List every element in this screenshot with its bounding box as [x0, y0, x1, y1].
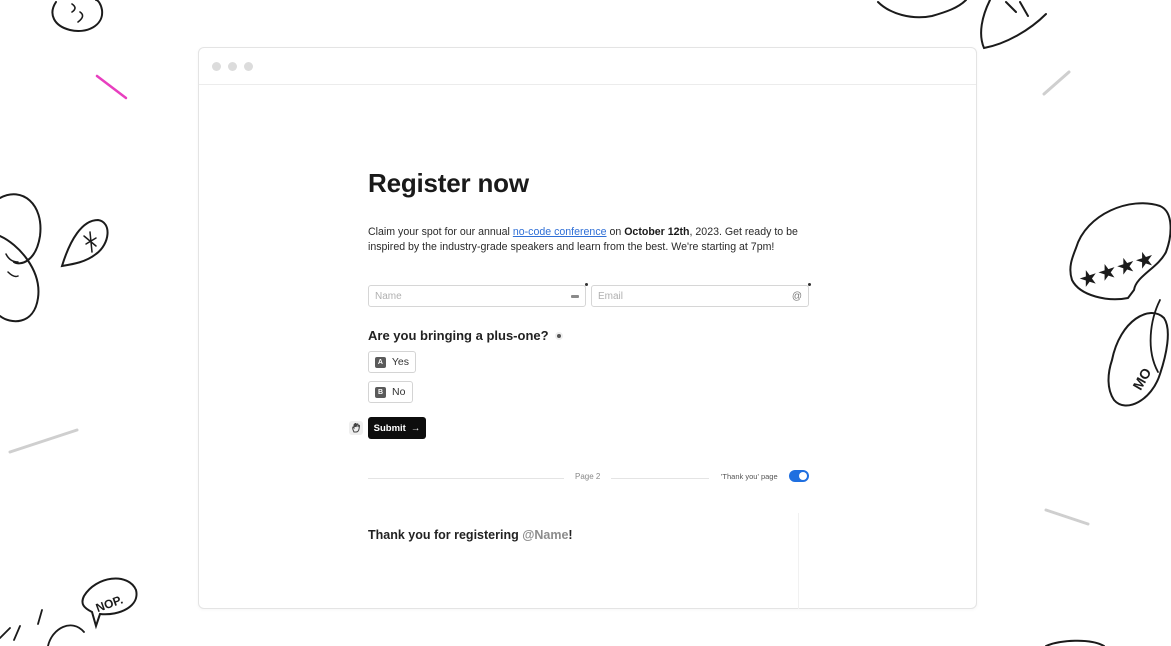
window-dot-maximize[interactable] — [244, 61, 253, 71]
option-label: No — [392, 386, 406, 398]
description-text: on — [606, 226, 625, 238]
window-dot-close[interactable] — [212, 61, 221, 71]
editor-divider-line — [798, 513, 799, 609]
doodle-bird-icon — [980, 0, 1047, 50]
option-label: Yes — [391, 356, 409, 368]
window-titlebar — [199, 48, 976, 85]
doodle-grey-stroke — [1042, 70, 1071, 96]
option-no[interactable]: B No — [368, 381, 413, 403]
text-field-icon — [571, 294, 579, 298]
doodle-blob-icon — [1045, 639, 1105, 646]
svg-text:MO: MO — [1129, 365, 1154, 393]
page-divider: Page 2 'Thank you' page — [368, 470, 809, 484]
required-indicator — [585, 283, 588, 286]
at-icon: @ — [791, 290, 802, 302]
browser-window: Register now Claim your spot for our ann… — [198, 47, 977, 609]
thank-you-page-toggle[interactable] — [789, 470, 809, 482]
page-label: Page 2 — [575, 472, 601, 481]
option-key-badge: A — [375, 356, 386, 368]
window-dot-minimize[interactable] — [228, 61, 237, 71]
form-description: Claim your spot for our annual no-code c… — [368, 225, 813, 255]
divider-line — [611, 478, 709, 479]
option-key-badge: B — [375, 386, 386, 398]
thank-you-page-label: 'Thank you' page — [721, 472, 778, 481]
toggle-knob — [799, 472, 807, 480]
doodle-grey-stroke — [8, 428, 79, 454]
doodle-dollar-bubble-icon — [60, 218, 109, 268]
email-input[interactable] — [598, 290, 748, 302]
submit-button[interactable]: Submit → — [368, 417, 426, 439]
doodle-cloud-icon — [877, 0, 967, 19]
doodle-face-icon — [71, 3, 84, 23]
doodle-character-icon — [0, 193, 42, 323]
name-input[interactable] — [375, 290, 525, 302]
question-label: Are you bringing a plus-one? — [368, 328, 549, 343]
hand-icon — [352, 423, 361, 433]
page-title: Register now — [368, 168, 529, 198]
thank-you-suffix: ! — [568, 528, 573, 542]
description-text: Claim your spot for our annual — [368, 226, 513, 238]
svg-text:★★★★: ★★★★ — [1075, 246, 1158, 294]
event-date: October 12th — [624, 226, 690, 238]
drag-handle[interactable] — [349, 421, 363, 435]
thank-you-message: Thank you for registering @Name! — [368, 528, 573, 542]
conference-link[interactable]: no-code conference — [513, 226, 607, 238]
divider-line — [368, 478, 564, 479]
submit-label: Submit — [373, 422, 406, 434]
required-indicator — [808, 283, 811, 286]
doodle-face-icon — [51, 0, 104, 32]
plus-one-question: Are you bringing a plus-one? — [368, 328, 563, 343]
arrow-right-icon: → — [410, 422, 421, 434]
email-field[interactable]: @ — [591, 283, 811, 307]
thank-you-text: Thank you for registering — [368, 528, 523, 542]
name-mention[interactable]: @Name — [522, 528, 568, 542]
doodle-grey-stroke — [1044, 508, 1090, 526]
option-yes[interactable]: A Yes — [368, 351, 416, 373]
doodle-pink-stroke — [95, 74, 128, 100]
doodle-mo-bubble-icon — [1107, 312, 1169, 407]
required-indicator — [554, 331, 563, 340]
name-field[interactable] — [368, 283, 588, 307]
